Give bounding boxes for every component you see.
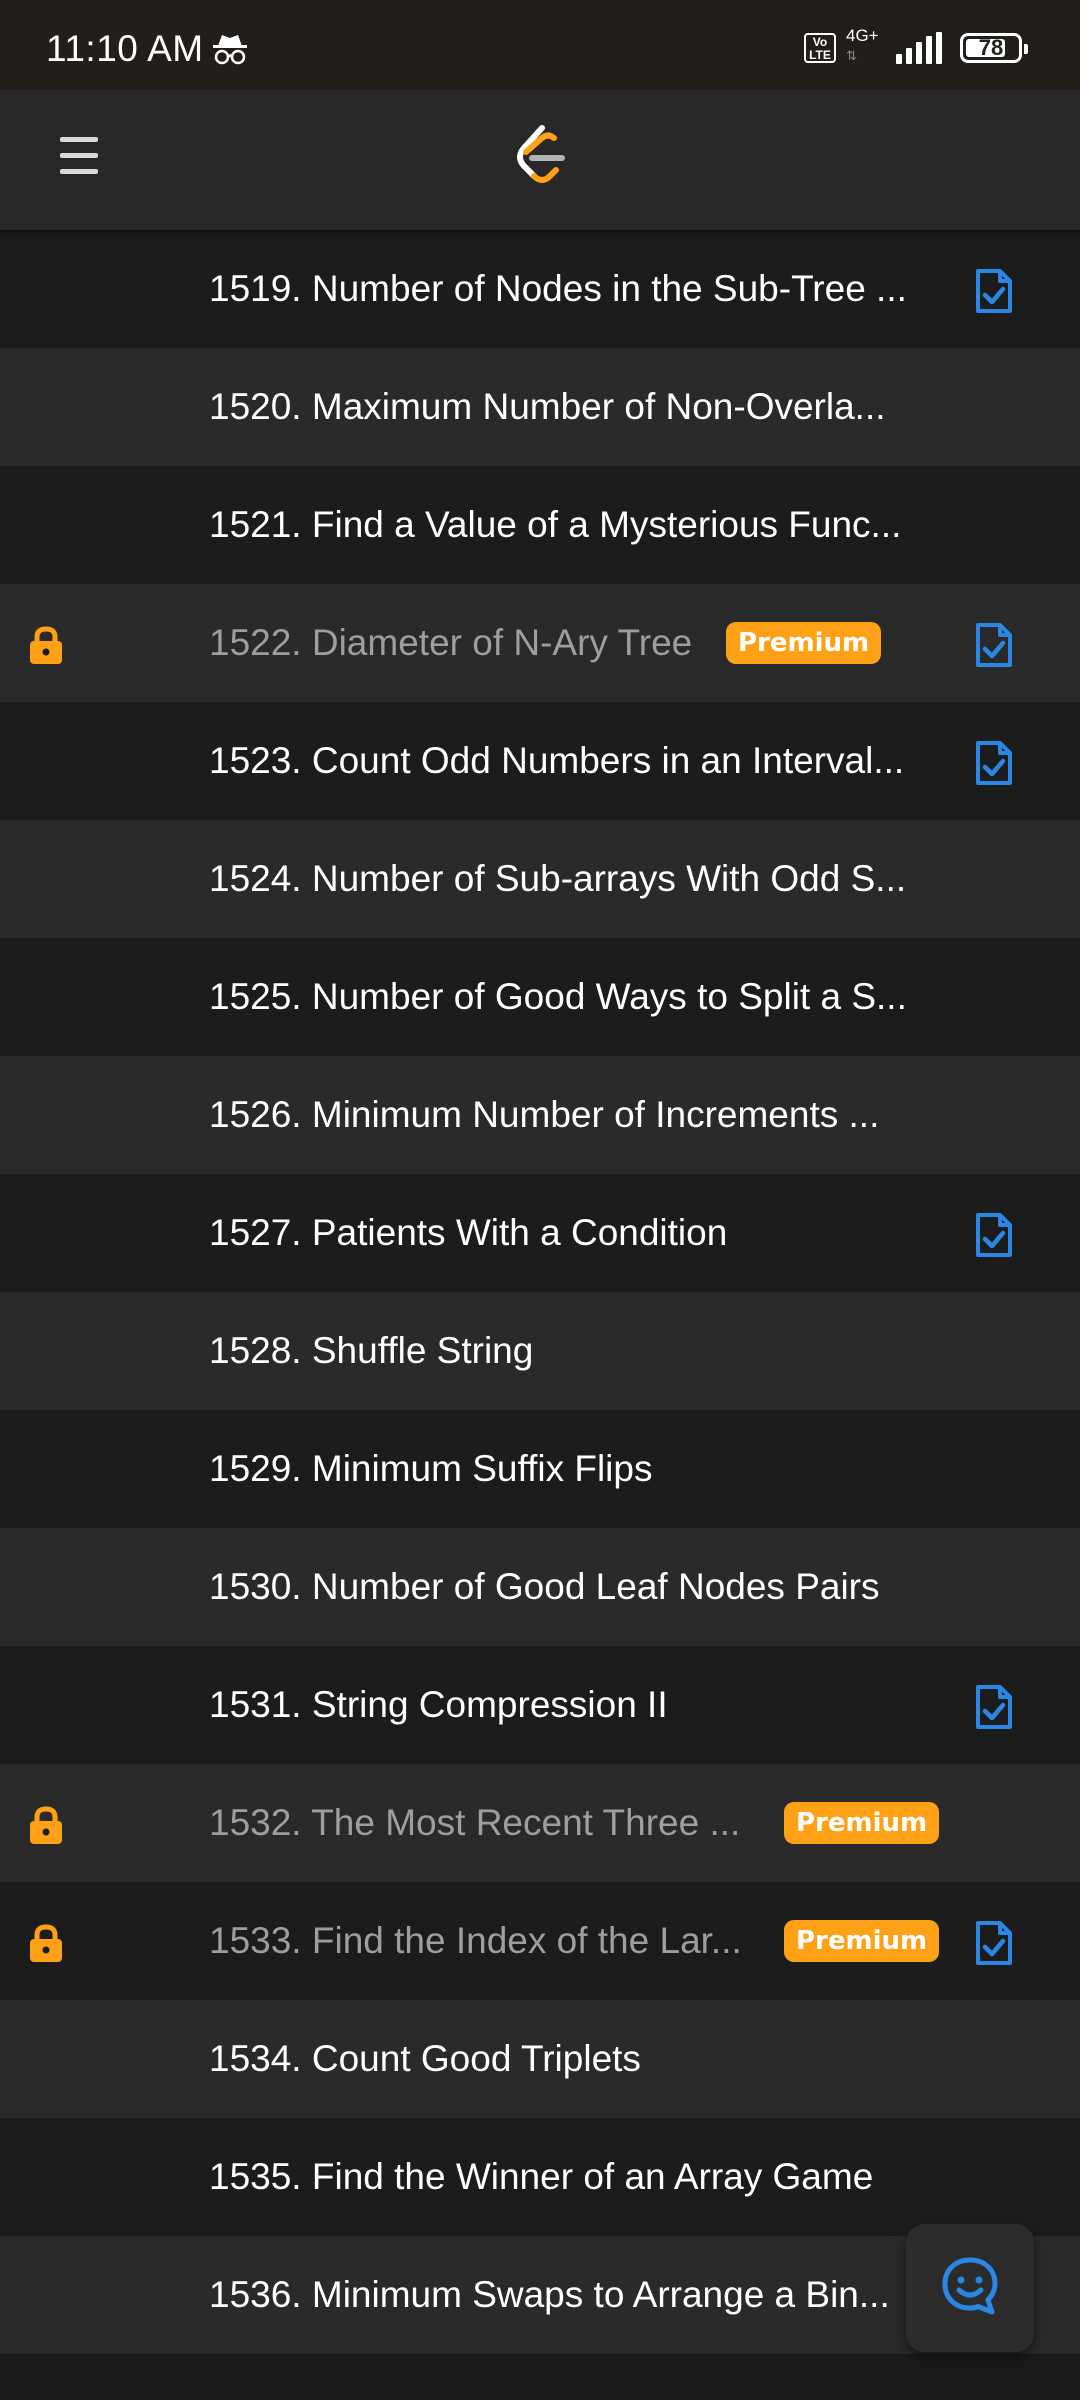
- problem-title: 1531. String Compression II: [209, 1684, 668, 1725]
- status-time: 11:10 AM: [46, 28, 204, 69]
- problem-title: 1522. Diameter of N-Ary Tree: [209, 622, 693, 663]
- premium-badge: Premium: [784, 1920, 940, 1962]
- solution-document-icon[interactable]: [972, 1683, 1016, 1731]
- problem-list[interactable]: 1519. Number of Nodes in the Sub-Tree ..…: [0, 230, 1080, 2354]
- problem-row[interactable]: 1534. Count Good Triplets: [0, 2000, 1080, 2118]
- data-arrows-icon: ⇅: [846, 48, 857, 63]
- problem-title: 1520. Maximum Number of Non-Overla...: [209, 386, 886, 427]
- problem-row[interactable]: 1528. Shuffle String: [0, 1292, 1080, 1410]
- problem-row[interactable]: 1527. Patients With a Condition: [0, 1174, 1080, 1292]
- problem-title: 1526. Minimum Number of Increments ...: [209, 1094, 880, 1135]
- problem-row[interactable]: 1533. Find the Index of the Lar... Premiu…: [0, 1882, 1080, 2000]
- problem-title: 1529. Minimum Suffix Flips: [209, 1448, 653, 1489]
- problem-row[interactable]: 1530. Number of Good Leaf Nodes Pairs: [0, 1528, 1080, 1646]
- volte-icon: Vo LTE: [804, 33, 836, 63]
- problem-row[interactable]: 1531. String Compression II: [0, 1646, 1080, 1764]
- problem-row[interactable]: 1532. The Most Recent Three ... Premium: [0, 1764, 1080, 1882]
- lock-icon: [27, 1806, 65, 1846]
- problem-title: 1525. Number of Good Ways to Split a S..…: [209, 976, 907, 1017]
- solution-document-icon[interactable]: [972, 739, 1016, 787]
- leetcode-logo-icon[interactable]: [512, 124, 570, 195]
- problem-title: 1536. Minimum Swaps to Arrange a Bin...: [209, 2274, 890, 2315]
- premium-badge: Premium: [726, 622, 882, 664]
- problem-title: 1530. Number of Good Leaf Nodes Pairs: [209, 1566, 880, 1607]
- problem-title: 1523. Count Odd Numbers in an Interval..…: [209, 740, 905, 781]
- network-type: 4G+ ⇅: [846, 26, 879, 63]
- lock-icon: [27, 626, 65, 666]
- problem-title: 1527. Patients With a Condition: [209, 1212, 728, 1253]
- problem-row[interactable]: 1535. Find the Winner of an Array Game: [0, 2118, 1080, 2236]
- signal-icon: [896, 32, 942, 64]
- battery-icon: 78: [960, 33, 1028, 63]
- problem-row[interactable]: 1523. Count Odd Numbers in an Interval..…: [0, 702, 1080, 820]
- problem-title: 1535. Find the Winner of an Array Game: [209, 2156, 874, 2197]
- app-bar: [0, 90, 1080, 230]
- solution-document-icon[interactable]: [972, 267, 1016, 315]
- feedback-button[interactable]: [906, 2224, 1034, 2352]
- problem-row[interactable]: 1526. Minimum Number of Increments ...: [0, 1056, 1080, 1174]
- problem-row[interactable]: 1529. Minimum Suffix Flips: [0, 1410, 1080, 1528]
- problem-row[interactable]: 1524. Number of Sub-arrays With Odd S...: [0, 820, 1080, 938]
- incognito-icon: [212, 32, 248, 71]
- problem-title: 1521. Find a Value of a Mysterious Func.…: [209, 504, 902, 545]
- problem-row[interactable]: 1522. Diameter of N-Ary Tree Premium: [0, 584, 1080, 702]
- problem-row[interactable]: 1520. Maximum Number of Non-Overla...: [0, 348, 1080, 466]
- status-bar: 11:10 AM Vo LTE 4G+ ⇅ 78: [0, 0, 1080, 90]
- problem-title: 1534. Count Good Triplets: [209, 2038, 641, 2079]
- premium-badge: Premium: [784, 1802, 940, 1844]
- status-indicators: Vo LTE 4G+ ⇅ 78: [804, 26, 1028, 66]
- lock-icon: [27, 1924, 65, 1964]
- problem-title: 1528. Shuffle String: [209, 1330, 534, 1371]
- solution-document-icon[interactable]: [972, 1211, 1016, 1259]
- solution-document-icon[interactable]: [972, 1919, 1016, 1967]
- problem-title: 1533. Find the Index of the Lar...: [209, 1920, 742, 1961]
- feedback-smiley-icon: [940, 2256, 1000, 2321]
- problem-row[interactable]: 1525. Number of Good Ways to Split a S..…: [0, 938, 1080, 1056]
- solution-document-icon[interactable]: [972, 621, 1016, 669]
- problem-row[interactable]: 1519. Number of Nodes in the Sub-Tree ..…: [0, 230, 1080, 348]
- battery-level: 78: [978, 35, 1004, 60]
- problem-title: 1519. Number of Nodes in the Sub-Tree ..…: [209, 268, 907, 309]
- problem-title: 1524. Number of Sub-arrays With Odd S...: [209, 858, 907, 899]
- problem-title: 1532. The Most Recent Three ...: [209, 1802, 741, 1843]
- problem-row[interactable]: 1521. Find a Value of a Mysterious Func.…: [0, 466, 1080, 584]
- hamburger-menu-icon[interactable]: [60, 137, 110, 183]
